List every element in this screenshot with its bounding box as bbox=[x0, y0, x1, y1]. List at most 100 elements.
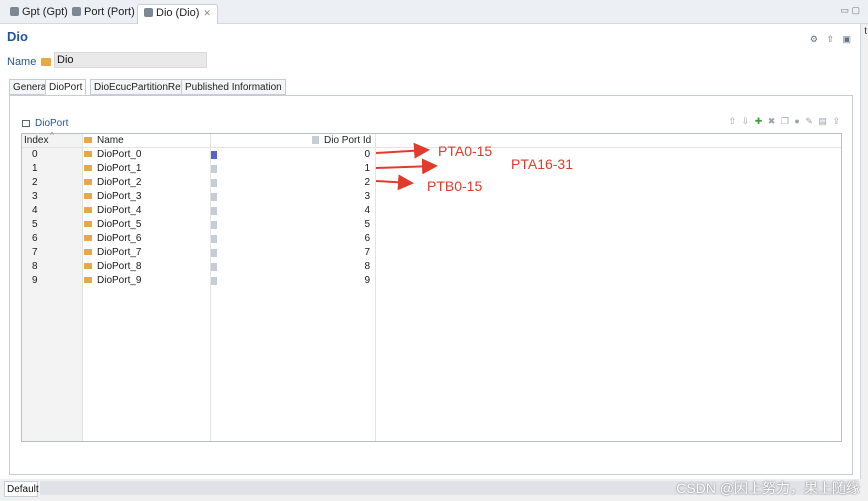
cell-name: DioPort_4 bbox=[84, 205, 141, 216]
cell-name-text: DioPort_2 bbox=[97, 177, 142, 188]
module-icon bbox=[72, 7, 81, 16]
arrow-row0 bbox=[375, 142, 430, 159]
cell-id: 2 bbox=[364, 177, 370, 188]
folder-icon bbox=[84, 179, 92, 185]
tab-default[interactable]: Default bbox=[4, 481, 39, 497]
window-controls[interactable]: ▭ ▢ bbox=[840, 5, 860, 16]
cell-name: DioPort_8 bbox=[84, 261, 141, 272]
document-icon bbox=[312, 136, 319, 144]
cell-id: 4 bbox=[364, 205, 370, 216]
editor-header-icons[interactable]: ⚙ ⇧ ▣ bbox=[810, 34, 854, 45]
cell-name-text: DioPort_1 bbox=[97, 163, 142, 174]
cell-name: DioPort_7 bbox=[84, 247, 141, 258]
table-row[interactable]: 9 DioPort_9 9 bbox=[22, 274, 841, 288]
add-icon[interactable]: ✚ bbox=[755, 116, 763, 126]
cell-id: 9 bbox=[364, 275, 370, 286]
cell-name: DioPort_0 bbox=[84, 149, 141, 160]
table-row[interactable]: 4 DioPort_4 4 bbox=[22, 204, 841, 218]
document-icon bbox=[211, 221, 217, 229]
column-header-id[interactable]: Dio Port Id bbox=[312, 135, 371, 146]
tab-published-information[interactable]: Published Information bbox=[181, 79, 286, 95]
edit-icon[interactable]: ✎ bbox=[805, 116, 813, 126]
watermark: CSDN @因上努力，果上随缘 bbox=[676, 480, 860, 496]
column-header-id-label: Dio Port Id bbox=[324, 135, 372, 146]
folder-icon bbox=[84, 137, 92, 143]
section-title: DioPort bbox=[22, 118, 68, 129]
cell-name-text: DioPort_6 bbox=[97, 233, 142, 244]
copy-icon[interactable]: ❐ bbox=[781, 116, 789, 126]
table-row[interactable]: 5 DioPort_5 5 bbox=[22, 218, 841, 232]
cell-id: 3 bbox=[364, 191, 370, 202]
move-up-icon[interactable]: ⇧ bbox=[729, 116, 737, 126]
folder-icon bbox=[84, 249, 92, 255]
cell-id: 1 bbox=[364, 163, 370, 174]
annotation-ptb0-15: PTB0-15 bbox=[427, 178, 483, 194]
cell-name-text: DioPort_3 bbox=[97, 191, 142, 202]
table-row[interactable]: 7 DioPort_7 7 bbox=[22, 246, 841, 260]
close-icon[interactable]: ✕ bbox=[203, 8, 211, 18]
module-icon bbox=[144, 8, 153, 17]
section-title-text: DioPort bbox=[35, 118, 69, 129]
document-icon bbox=[211, 193, 217, 201]
tab-dio[interactable]: Dio (Dio) ✕ bbox=[137, 4, 218, 24]
folder-icon bbox=[84, 263, 92, 269]
document-icon bbox=[211, 249, 217, 257]
cell-id: 6 bbox=[364, 233, 370, 244]
column-header-index[interactable]: Index ^ bbox=[24, 131, 54, 146]
cell-name: DioPort_5 bbox=[84, 219, 141, 230]
arrow-row1 bbox=[375, 158, 438, 175]
cell-index: 0 bbox=[32, 149, 38, 160]
annotation-pta0-15: PTA0-15 bbox=[438, 143, 493, 159]
table-row[interactable]: 6 DioPort_6 6 bbox=[22, 232, 841, 246]
cell-id: 5 bbox=[364, 219, 370, 230]
move-down-icon[interactable]: ⇩ bbox=[742, 116, 750, 126]
cell-name: DioPort_3 bbox=[84, 191, 141, 202]
section-collapse-icon[interactable] bbox=[22, 120, 30, 127]
cell-id: 7 bbox=[364, 247, 370, 258]
arrow-row2 bbox=[375, 174, 414, 191]
table-icon[interactable]: ▤ bbox=[818, 116, 827, 126]
export-icon[interactable]: ⇪ bbox=[832, 116, 840, 126]
annotation-pta16-31: PTA16-31 bbox=[511, 156, 573, 172]
table-toolbar: ⇧ ⇩ ✚ ✖ ❐ ● ✎ ▤ ⇪ bbox=[726, 116, 840, 127]
name-field[interactable]: Dio bbox=[54, 52, 207, 68]
column-header-name-label: Name bbox=[97, 135, 124, 146]
tab-dioecucpartitionref[interactable]: DioEcucPartitionRef bbox=[90, 79, 188, 95]
cell-name: DioPort_6 bbox=[84, 233, 141, 244]
cell-index: 4 bbox=[32, 205, 38, 216]
module-icon bbox=[10, 7, 19, 16]
tab-port[interactable]: Port (Port) bbox=[66, 4, 141, 24]
folder-icon bbox=[84, 151, 92, 157]
folder-icon bbox=[84, 277, 92, 283]
editor-area: Dio ⚙ ⇧ ▣ Name Dio General DioPort DioEc… bbox=[0, 24, 861, 479]
cell-id: 0 bbox=[364, 149, 370, 160]
table-row[interactable]: 8 DioPort_8 8 bbox=[22, 260, 841, 274]
document-icon bbox=[211, 179, 217, 187]
column-header-index-label: Index bbox=[24, 135, 49, 146]
tab-gpt[interactable]: Gpt (Gpt) bbox=[4, 4, 74, 24]
cell-name-text: DioPort_8 bbox=[97, 261, 142, 272]
user-icon[interactable]: ● bbox=[794, 116, 799, 126]
tab-dioport[interactable]: DioPort bbox=[45, 79, 87, 95]
sort-icon: ^ bbox=[50, 131, 54, 140]
folder-icon bbox=[84, 193, 92, 199]
page-title: Dio bbox=[7, 29, 28, 44]
cell-name-text: DioPort_4 bbox=[97, 205, 142, 216]
cell-index: 6 bbox=[32, 233, 38, 244]
cell-index: 2 bbox=[32, 177, 38, 188]
reference-icon bbox=[211, 151, 217, 159]
folder-icon bbox=[84, 235, 92, 241]
folder-icon bbox=[84, 165, 92, 171]
editor-tab-bar: Gpt (Gpt) Port (Port) Dio (Dio) ✕ ▭ ▢ bbox=[0, 0, 868, 24]
document-icon bbox=[211, 235, 217, 243]
tab-dio-label: Dio (Dio) bbox=[156, 7, 200, 19]
document-icon bbox=[211, 165, 217, 173]
document-icon bbox=[211, 277, 217, 285]
cell-index: 9 bbox=[32, 275, 38, 286]
tab-port-label: Port (Port) bbox=[84, 6, 135, 18]
delete-icon[interactable]: ✖ bbox=[768, 116, 776, 126]
column-header-name[interactable]: Name bbox=[84, 135, 124, 146]
cell-name: DioPort_2 bbox=[84, 177, 141, 188]
cell-name: DioPort_1 bbox=[84, 163, 141, 174]
cell-index: 1 bbox=[32, 163, 38, 174]
